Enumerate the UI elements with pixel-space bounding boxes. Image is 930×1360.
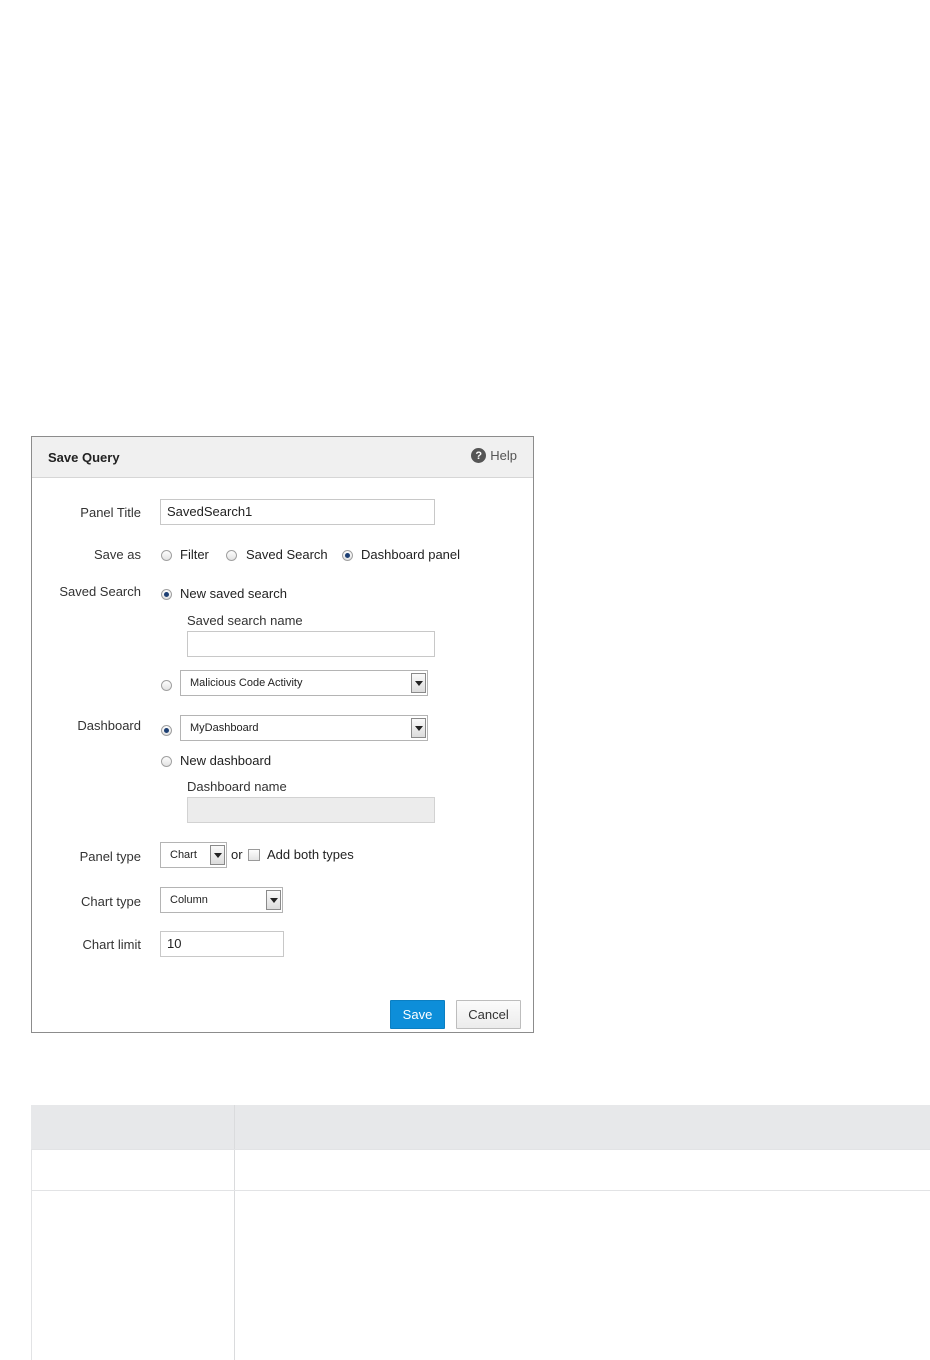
save-as-saved-search-label[interactable]: Saved Search: [246, 547, 328, 562]
chart-limit-label: Chart limit: [82, 937, 141, 952]
chart-type-select[interactable]: Column: [160, 887, 283, 913]
panel-title-label: Panel Title: [80, 505, 141, 520]
dashboard-name-label: Dashboard name: [187, 779, 287, 794]
saved-search-name-label: Saved search name: [187, 613, 303, 628]
dashboard-select[interactable]: MyDashboard: [180, 715, 428, 741]
dashboard-name-input[interactable]: [187, 797, 435, 823]
existing-saved-search-radio[interactable]: [161, 680, 172, 691]
chevron-down-icon: [411, 718, 426, 738]
saved-search-label: Saved Search: [59, 584, 141, 599]
save-query-dialog: Save Query ? Help Panel Title SavedSearc…: [31, 436, 534, 1033]
save-as-filter-label[interactable]: Filter: [180, 547, 209, 562]
dashboard-label: Dashboard: [77, 718, 141, 733]
save-as-dashboard-panel-label[interactable]: Dashboard panel: [361, 547, 460, 562]
save-as-label: Save as: [94, 547, 141, 562]
save-as-saved-search-radio[interactable]: [226, 550, 237, 561]
dialog-header: Save Query ? Help: [32, 437, 533, 478]
chart-limit-input[interactable]: 10: [160, 931, 284, 957]
table-border-left: [31, 1149, 32, 1360]
saved-search-name-input[interactable]: [187, 631, 435, 657]
help-label: Help: [490, 448, 517, 463]
table-header: [31, 1105, 930, 1149]
panel-type-select[interactable]: Chart: [160, 842, 227, 868]
panel-title-input[interactable]: SavedSearch1: [160, 499, 435, 525]
chevron-down-icon: [210, 845, 225, 865]
add-both-types-label[interactable]: Add both types: [267, 847, 354, 862]
save-button[interactable]: Save: [390, 1000, 445, 1029]
panel-type-label: Panel type: [79, 849, 141, 864]
existing-saved-search-select[interactable]: Malicious Code Activity: [180, 670, 428, 696]
chart-type-label: Chart type: [81, 894, 141, 909]
dialog-title: Save Query: [48, 450, 120, 465]
help-icon: ?: [471, 448, 487, 463]
help-link[interactable]: ? Help: [471, 448, 517, 463]
table-row-divider: [31, 1190, 930, 1191]
or-text: or: [231, 847, 243, 862]
chevron-down-icon: [411, 673, 426, 693]
new-saved-search-label[interactable]: New saved search: [180, 586, 287, 601]
cancel-button[interactable]: Cancel: [456, 1000, 521, 1029]
save-as-dashboard-panel-radio[interactable]: [342, 550, 353, 561]
chevron-down-icon: [266, 890, 281, 910]
save-as-filter-radio[interactable]: [161, 550, 172, 561]
panel-type-value: Chart: [170, 849, 197, 861]
existing-saved-search-value: Malicious Code Activity: [190, 677, 303, 689]
options-table: [31, 1105, 930, 1360]
new-dashboard-label[interactable]: New dashboard: [180, 753, 271, 768]
chart-type-value: Column: [170, 894, 208, 906]
dashboard-select-value: MyDashboard: [190, 722, 259, 734]
new-dashboard-radio[interactable]: [161, 756, 172, 767]
table-column-divider: [234, 1105, 235, 1360]
table-row-divider: [31, 1149, 930, 1150]
existing-dashboard-radio[interactable]: [161, 725, 172, 736]
new-saved-search-radio[interactable]: [161, 589, 172, 600]
add-both-types-checkbox[interactable]: [248, 849, 260, 861]
